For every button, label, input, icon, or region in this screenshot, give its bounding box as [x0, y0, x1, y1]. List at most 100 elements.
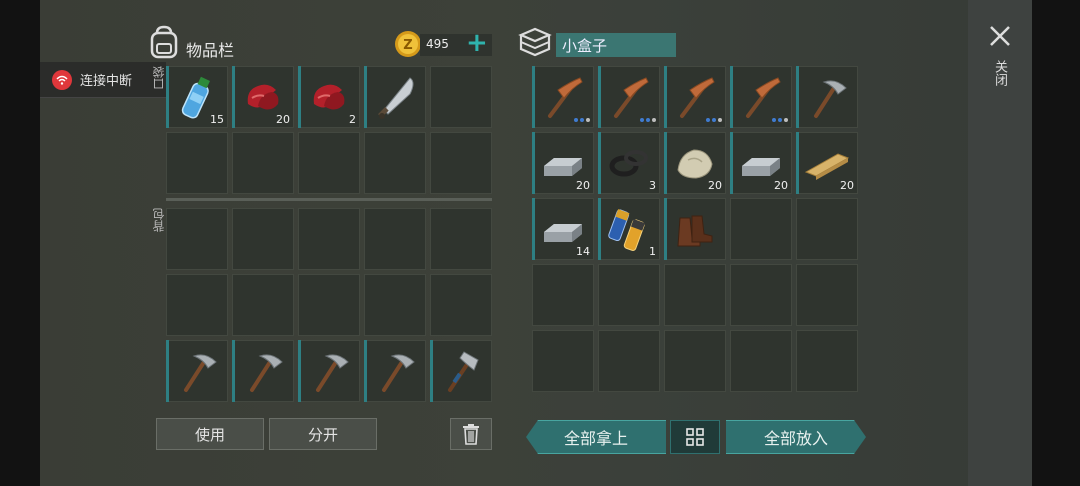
box-slot[interactable]: [796, 330, 858, 392]
backpack-slot[interactable]: [364, 340, 426, 402]
box-slot[interactable]: [730, 264, 792, 326]
pocket-slot[interactable]: [364, 66, 426, 128]
copper-pickaxe-icon: [614, 77, 649, 118]
item-count: 1: [649, 245, 656, 258]
backpack-slot[interactable]: [364, 208, 426, 270]
box-slot[interactable]: [730, 330, 792, 392]
box-slot[interactable]: [796, 264, 858, 326]
pocket-slot[interactable]: [364, 132, 426, 194]
box-slot[interactable]: 14: [532, 198, 594, 260]
backpack-label: 背包: [152, 208, 166, 232]
copper-pickaxe-icon: [746, 77, 781, 118]
durability-indicator: [772, 118, 788, 122]
pocket-slot[interactable]: [430, 132, 492, 194]
box-slot[interactable]: [532, 330, 594, 392]
sort-button[interactable]: [670, 420, 720, 454]
connection-status: 连接中断: [40, 62, 166, 98]
item-count: 2: [349, 113, 356, 126]
pocket-slot[interactable]: [430, 66, 492, 128]
item-count: 3: [649, 179, 656, 192]
item-count: 20: [774, 179, 788, 192]
backpack-grid: [166, 208, 492, 402]
pickaxe-icon: [184, 354, 217, 392]
box-slot[interactable]: [664, 264, 726, 326]
backpack-slot[interactable]: [232, 274, 294, 336]
wifi-off-icon: [52, 69, 72, 90]
add-coins-button[interactable]: +: [466, 28, 488, 58]
box-slot[interactable]: 3: [598, 132, 660, 194]
pocket-slot[interactable]: 20: [232, 66, 294, 128]
box-name-field[interactable]: 小盒子: [556, 33, 676, 57]
pocket-label: 口袋: [152, 66, 166, 90]
box-grid-viewport[interactable]: 20 3 20 20 20 14 1: [532, 66, 862, 400]
close-icon[interactable]: [988, 24, 1012, 52]
backpack-slot[interactable]: [430, 208, 492, 270]
pickaxe-icon: [250, 354, 283, 392]
box-slot[interactable]: [730, 198, 792, 260]
box-slot[interactable]: [796, 198, 858, 260]
put-all-button[interactable]: 全部放入: [726, 420, 866, 454]
box-slot[interactable]: 20: [730, 132, 792, 194]
box-slot[interactable]: 20: [532, 132, 594, 194]
coin-count: 495: [426, 37, 449, 51]
backpack-slot[interactable]: [232, 340, 294, 402]
pocket-slot[interactable]: 2: [298, 66, 360, 128]
divider: [166, 198, 492, 201]
item-count: 20: [276, 113, 290, 126]
box-slot[interactable]: [532, 66, 594, 128]
box-slot[interactable]: 20: [664, 132, 726, 194]
box-slot[interactable]: [532, 264, 594, 326]
item-count: 15: [210, 113, 224, 126]
box-slot[interactable]: [796, 66, 858, 128]
inventory-screen: 物品栏 Z 495 + 小盒子 关闭 连接中断 口袋 背包 15 20 2 20…: [40, 0, 1032, 486]
box-slot[interactable]: 1: [598, 198, 660, 260]
boots-icon: [677, 215, 713, 247]
svg-text:Z: Z: [403, 38, 412, 53]
pocket-grid: 15 20 2: [166, 66, 492, 194]
item-count: 14: [576, 245, 590, 258]
backpack-slot[interactable]: [232, 208, 294, 270]
box-slot[interactable]: [598, 66, 660, 128]
box-slot[interactable]: [598, 264, 660, 326]
close-label[interactable]: 关闭: [990, 60, 1009, 86]
box-slot[interactable]: 20: [796, 132, 858, 194]
trash-icon: [463, 424, 479, 445]
backpack-slot[interactable]: [298, 208, 360, 270]
pocket-slot[interactable]: [298, 132, 360, 194]
box-slot[interactable]: [598, 330, 660, 392]
box-slot[interactable]: [664, 198, 726, 260]
split-button[interactable]: 分开: [269, 418, 377, 450]
backpack-icon: [148, 25, 180, 63]
pickaxe-icon: [814, 80, 847, 118]
use-button[interactable]: 使用: [156, 418, 264, 450]
pocket-slot[interactable]: [166, 132, 228, 194]
coin-icon: Z: [394, 30, 422, 62]
backpack-slot[interactable]: [298, 340, 360, 402]
box-slot[interactable]: [730, 66, 792, 128]
backpack-slot[interactable]: [166, 274, 228, 336]
backpack-slot[interactable]: [166, 208, 228, 270]
pickaxe-icon: [316, 354, 349, 392]
box-icon: [518, 26, 552, 62]
rubber-rings-icon: [609, 150, 648, 177]
backpack-slot[interactable]: [430, 274, 492, 336]
backpack-slot[interactable]: [166, 340, 228, 402]
grid-sort-icon: [686, 428, 704, 446]
battery-icon: [608, 209, 645, 251]
backpack-slot[interactable]: [364, 274, 426, 336]
pocket-slot[interactable]: 15: [166, 66, 228, 128]
durability-indicator: [574, 118, 590, 122]
backpack-slot[interactable]: [298, 274, 360, 336]
item-count: 20: [708, 179, 722, 192]
durability-indicator: [706, 118, 722, 122]
trash-button[interactable]: [450, 418, 492, 450]
take-all-button[interactable]: 全部拿上: [526, 420, 666, 454]
hatchet-icon: [448, 351, 479, 392]
box-grid: 20 3 20 20 20 14 1: [532, 66, 858, 392]
pocket-slot[interactable]: [232, 132, 294, 194]
connection-text: 连接中断: [80, 74, 133, 89]
box-slot[interactable]: [664, 330, 726, 392]
durability-indicator: [640, 118, 656, 122]
box-slot[interactable]: [664, 66, 726, 128]
backpack-slot[interactable]: [430, 340, 492, 402]
